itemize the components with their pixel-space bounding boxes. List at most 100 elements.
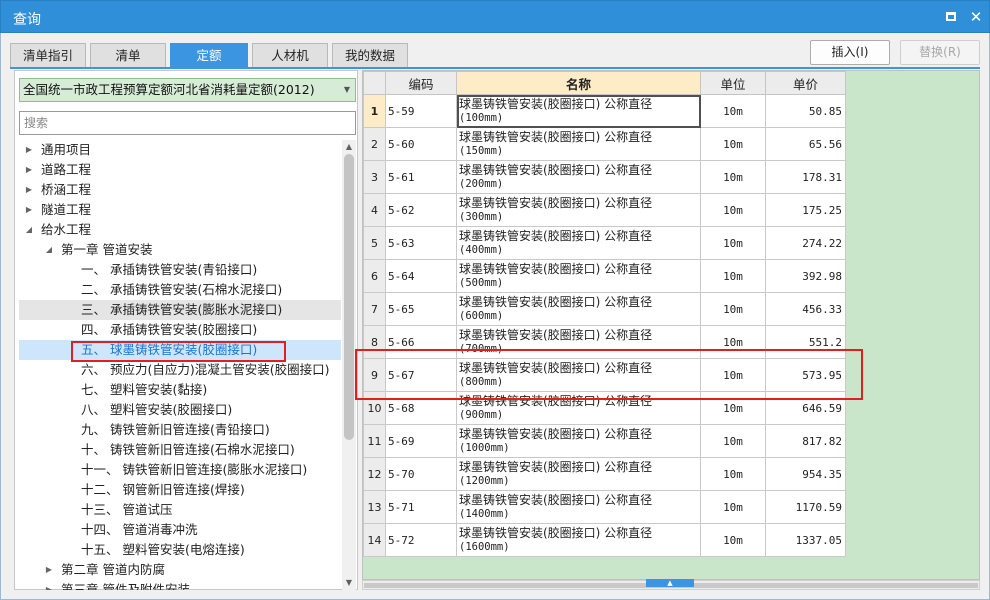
row-number[interactable]: 12 — [363, 457, 386, 491]
table-row[interactable]: 10 5-68 球墨铸铁管安装(胶圈接口) 公称直径 (900mm) 10m 646.59 — [363, 391, 846, 425]
tree-item[interactable]: 八、 塑料管安装(胶圈接口) — [19, 400, 341, 420]
row-number[interactable]: 14 — [363, 523, 386, 557]
row-number[interactable]: 4 — [363, 193, 386, 227]
collapsed-arrow-icon[interactable]: ▶ — [43, 560, 55, 580]
tree-item[interactable]: 十三、 管道试压 — [19, 500, 341, 520]
tree-item[interactable]: 二、 承插铸铁管安装(石棉水泥接口) — [19, 280, 341, 300]
cell-code[interactable]: 5-67 — [385, 358, 457, 392]
tree-item[interactable]: 九、 铸铁管新旧管连接(青铅接口) — [19, 420, 341, 440]
cell-name[interactable]: 球墨铸铁管安装(胶圈接口) 公称直径 (700mm) — [456, 325, 701, 359]
row-number[interactable]: 11 — [363, 424, 386, 458]
tree-item[interactable]: ▶ 道路工程 — [19, 160, 341, 180]
cell-unit[interactable]: 10m — [700, 160, 766, 194]
cell-price[interactable]: 646.59 — [765, 391, 846, 425]
cell-price[interactable]: 954.35 — [765, 457, 846, 491]
tree-item[interactable]: 五、 球墨铸铁管安装(胶圈接口) — [19, 340, 341, 360]
tree-item[interactable]: 十五、 塑料管安装(电熔连接) — [19, 540, 341, 560]
cell-name[interactable]: 球墨铸铁管安装(胶圈接口) 公称直径 (1600mm) — [456, 523, 701, 557]
row-number[interactable]: 13 — [363, 490, 386, 524]
cell-price[interactable]: 178.31 — [765, 160, 846, 194]
cell-code[interactable]: 5-69 — [385, 424, 457, 458]
cell-code[interactable]: 5-62 — [385, 193, 457, 227]
table-row[interactable]: 9 5-67 球墨铸铁管安装(胶圈接口) 公称直径 (800mm) 10m 573.95 — [363, 358, 846, 392]
cell-code[interactable]: 5-70 — [385, 457, 457, 491]
cell-price[interactable]: 1170.59 — [765, 490, 846, 524]
tab-my-data[interactable]: 我的数据 — [332, 43, 408, 68]
collapsed-arrow-icon[interactable]: ▶ — [23, 180, 35, 200]
cell-price[interactable]: 817.82 — [765, 424, 846, 458]
table-row[interactable]: 11 5-69 球墨铸铁管安装(胶圈接口) 公称直径 (1000mm) 10m 817.8… — [363, 424, 846, 458]
row-number[interactable]: 9 — [363, 358, 386, 392]
row-number[interactable]: 3 — [363, 160, 386, 194]
cell-name[interactable]: 球墨铸铁管安装(胶圈接口) 公称直径 (800mm) — [456, 358, 701, 392]
cell-name[interactable]: 球墨铸铁管安装(胶圈接口) 公称直径 (150mm) — [456, 127, 701, 161]
tab-quota[interactable]: 定额 — [170, 43, 248, 68]
cell-unit[interactable]: 10m — [700, 292, 766, 326]
row-number[interactable]: 7 — [363, 292, 386, 326]
collapsed-arrow-icon[interactable]: ▶ — [23, 140, 35, 160]
tree-item[interactable]: ▶ 隧道工程 — [19, 200, 341, 220]
tree-item[interactable]: 十、 铸铁管新旧管连接(石棉水泥接口) — [19, 440, 341, 460]
cell-unit[interactable]: 10m — [700, 523, 766, 557]
scroll-up-icon[interactable]: ▲ — [342, 140, 356, 154]
cell-price[interactable]: 551.2 — [765, 325, 846, 359]
cell-name[interactable]: 球墨铸铁管安装(胶圈接口) 公称直径 (600mm) — [456, 292, 701, 326]
table-row[interactable]: 3 5-61 球墨铸铁管安装(胶圈接口) 公称直径 (200mm) 10m 178.31 — [363, 160, 846, 194]
tree-item[interactable]: 十一、 铸铁管新旧管连接(膨胀水泥接口) — [19, 460, 341, 480]
tree-item[interactable]: 七、 塑料管安装(黏接) — [19, 380, 341, 400]
table-row[interactable]: 4 5-62 球墨铸铁管安装(胶圈接口) 公称直径 (300mm) 10m 175.25 — [363, 193, 846, 227]
tree-item[interactable]: 一、 承插铸铁管安装(青铅接口) — [19, 260, 341, 280]
cell-price[interactable]: 392.98 — [765, 259, 846, 293]
tree-item[interactable]: ▶ 第二章 管道内防腐 — [19, 560, 341, 580]
cell-unit[interactable]: 10m — [700, 490, 766, 524]
cell-price[interactable]: 573.95 — [765, 358, 846, 392]
table-row[interactable]: 2 5-60 球墨铸铁管安装(胶圈接口) 公称直径 (150mm) 10m 65.56 — [363, 127, 846, 161]
expanded-arrow-icon[interactable]: ◢ — [23, 220, 35, 240]
tree-item[interactable]: 三、 承插铸铁管安装(膨胀水泥接口) — [19, 300, 341, 320]
tree-item[interactable]: 十四、 管道消毒冲洗 — [19, 520, 341, 540]
cell-code[interactable]: 5-65 — [385, 292, 457, 326]
cell-price[interactable]: 1337.05 — [765, 523, 846, 557]
collapsed-arrow-icon[interactable]: ▶ — [43, 580, 55, 590]
cell-name[interactable]: 球墨铸铁管安装(胶圈接口) 公称直径 (500mm) — [456, 259, 701, 293]
table-row[interactable]: 13 5-71 球墨铸铁管安装(胶圈接口) 公称直径 (1400mm) 10m 1170.… — [363, 490, 846, 524]
cell-code[interactable]: 5-71 — [385, 490, 457, 524]
column-header-price[interactable]: 单价 — [765, 71, 846, 95]
collapsed-arrow-icon[interactable]: ▶ — [23, 200, 35, 220]
cell-unit[interactable]: 10m — [700, 391, 766, 425]
table-row[interactable]: 5 5-63 球墨铸铁管安装(胶圈接口) 公称直径 (400mm) 10m 274.22 — [363, 226, 846, 260]
tree-item[interactable]: 四、 承插铸铁管安装(胶圈接口) — [19, 320, 341, 340]
cell-price[interactable]: 65.56 — [765, 127, 846, 161]
title-bar[interactable]: 查询 ✕ — [0, 0, 990, 33]
row-number[interactable]: 10 — [363, 391, 386, 425]
tree-item[interactable]: ◢ 给水工程 — [19, 220, 341, 240]
cell-code[interactable]: 5-60 — [385, 127, 457, 161]
cell-price[interactable]: 456.33 — [765, 292, 846, 326]
cell-unit[interactable]: 10m — [700, 457, 766, 491]
tree-item[interactable]: 十二、 钢管新旧管连接(焊接) — [19, 480, 341, 500]
cell-name[interactable]: 球墨铸铁管安装(胶圈接口) 公称直径 (1400mm) — [456, 490, 701, 524]
cell-unit[interactable]: 10m — [700, 424, 766, 458]
cell-price[interactable]: 274.22 — [765, 226, 846, 260]
cell-unit[interactable]: 10m — [700, 358, 766, 392]
tree-scrollbar[interactable]: ▲ ▼ — [342, 140, 356, 590]
cell-name[interactable]: 球墨铸铁管安装(胶圈接口) 公称直径 (900mm) — [456, 391, 701, 425]
cell-unit[interactable]: 10m — [700, 193, 766, 227]
cell-name[interactable]: 球墨铸铁管安装(胶圈接口) 公称直径 (200mm) — [456, 160, 701, 194]
cell-code[interactable]: 5-63 — [385, 226, 457, 260]
scroll-down-icon[interactable]: ▼ — [342, 576, 356, 590]
search-input[interactable] — [19, 111, 356, 135]
row-number[interactable]: 2 — [363, 127, 386, 161]
column-header-code[interactable]: 编码 — [385, 71, 457, 95]
row-number[interactable]: 5 — [363, 226, 386, 260]
table-row[interactable]: 8 5-66 球墨铸铁管安装(胶圈接口) 公称直径 (700mm) 10m 551.2 — [363, 325, 846, 359]
cell-code[interactable]: 5-59 — [385, 94, 457, 128]
scrollbar-thumb[interactable] — [344, 154, 354, 440]
tab-bill-guide[interactable]: 清单指引 — [10, 43, 86, 68]
column-header-unit[interactable]: 单位 — [700, 71, 766, 95]
cell-name[interactable]: 球墨铸铁管安装(胶圈接口) 公称直径 (300mm) — [456, 193, 701, 227]
cell-code[interactable]: 5-66 — [385, 325, 457, 359]
table-row[interactable]: 6 5-64 球墨铸铁管安装(胶圈接口) 公称直径 (500mm) 10m 392.98 — [363, 259, 846, 293]
cell-code[interactable]: 5-61 — [385, 160, 457, 194]
cell-name[interactable]: 球墨铸铁管安装(胶圈接口) 公称直径 (400mm) — [456, 226, 701, 260]
